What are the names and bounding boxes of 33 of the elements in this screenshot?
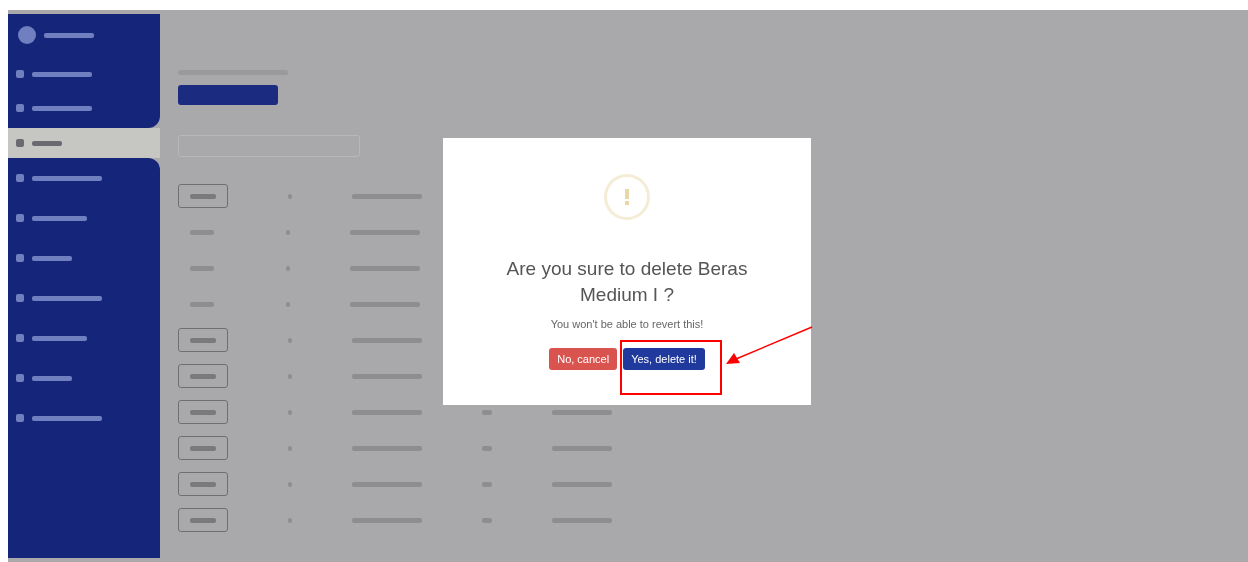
row-action[interactable] (178, 472, 228, 496)
cancel-button[interactable]: No, cancel (549, 348, 618, 370)
blurred-text (350, 301, 420, 307)
sidebar-item[interactable] (8, 128, 160, 158)
blurred-text (482, 409, 492, 415)
row-action[interactable] (178, 508, 228, 532)
brand-name (44, 32, 94, 38)
row-action[interactable] (178, 436, 228, 460)
blurred-text (352, 193, 422, 199)
warning-icon (604, 174, 650, 220)
blurred-text (552, 409, 612, 415)
blurred-text (552, 445, 612, 451)
blurred-text (552, 517, 612, 523)
blurred-text (352, 409, 422, 415)
blurred-text (352, 481, 422, 487)
delete-button[interactable]: Yes, delete it! (623, 348, 705, 370)
blurred-text (352, 445, 422, 451)
blurred-text (352, 517, 422, 523)
blurred-text (482, 517, 492, 523)
dialog-title: Are you sure to delete Beras Medium I ? (505, 257, 749, 307)
blurred-text (350, 265, 420, 271)
blurred-text (552, 481, 612, 487)
blurred-text (482, 481, 492, 487)
row-action[interactable] (178, 364, 228, 388)
blurred-text (350, 229, 420, 235)
blurred-text (352, 337, 422, 343)
blurred-text (482, 445, 492, 451)
row-action[interactable] (178, 400, 228, 424)
row-action[interactable] (178, 184, 228, 208)
row-action[interactable] (178, 328, 228, 352)
blurred-text (352, 373, 422, 379)
logo-icon (18, 26, 36, 44)
dialog-message: You won't be able to revert this! (550, 318, 704, 330)
